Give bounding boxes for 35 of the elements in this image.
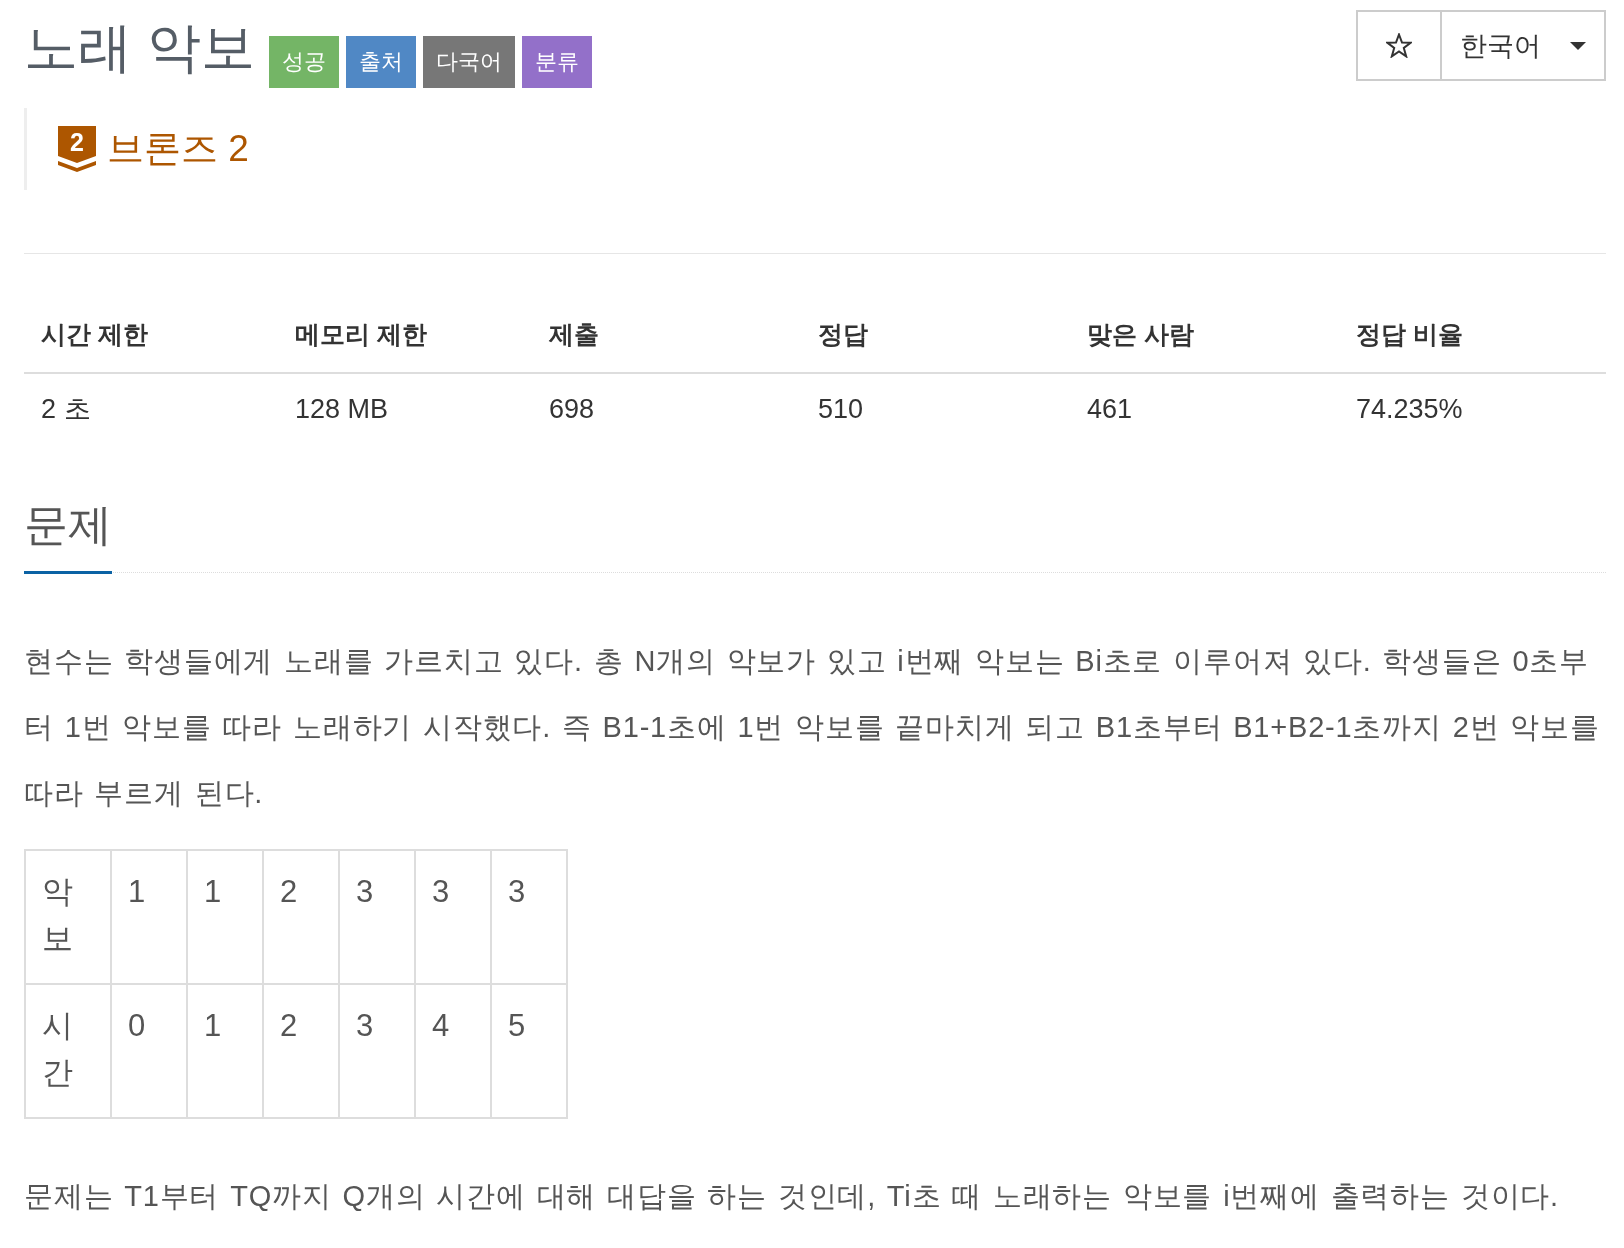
table-cell: 3: [491, 850, 567, 984]
column-header: 시간 제한: [24, 296, 278, 373]
table-cell: 악보: [25, 850, 111, 984]
problem-label[interactable]: 출처: [346, 36, 416, 88]
table-cell: 4: [415, 984, 491, 1118]
table-cell: 0: [111, 984, 187, 1118]
table-cell: 3: [339, 850, 415, 984]
column-header: 메모리 제한: [278, 296, 532, 373]
table-cell: 3: [415, 850, 491, 984]
table-cell: 5: [491, 984, 567, 1118]
problem-text: 문제는 T1부터 TQ까지 Q개의 시간에 대해 대답을 하는 것인데, Ti초 때 노래하는 악보를 i번째에 출력하는 것이다.: [24, 1179, 1560, 1214]
table-cell: 461: [1070, 373, 1339, 444]
table-cell: 2 초: [24, 373, 278, 444]
table-cell: 1: [187, 984, 263, 1118]
section-title: 문제: [24, 499, 112, 574]
problem-title: 노래 악보: [24, 16, 255, 79]
table-cell: 128 MB: [278, 373, 532, 444]
table-cell: 510: [801, 373, 1070, 444]
table-cell: 698: [532, 373, 801, 444]
table-cell: 시간: [25, 984, 111, 1118]
table-cell: 1: [187, 850, 263, 984]
problem-text: 현수는 학생들에게 노래를 가르치고 있다. 총 N개의 악보가 있고 i번째 악보는 Bi초로 이루어져 있다. 학생들은 0초부터 1번 악보를 따라 노래하기 시작했다. 즉 B1-1초에 1번 악보를 끝마치게 되고 B1초부터 B1+B2-1초까지 2번 악보를 따라 부르게 된다.: [24, 644, 1601, 811]
column-header: 정답: [801, 296, 1070, 373]
table-cell: 3: [339, 984, 415, 1118]
table-cell: 2: [263, 984, 339, 1118]
table-cell: 74.235%: [1339, 373, 1606, 444]
column-header: 제출: [532, 296, 801, 373]
column-header: 맞은 사람: [1070, 296, 1339, 373]
problem-label[interactable]: 다국어: [423, 36, 515, 88]
table-cell: 1: [111, 850, 187, 984]
table-cell: 2: [263, 850, 339, 984]
problem-label[interactable]: 성공: [269, 36, 339, 88]
tier-link[interactable]: 브론즈 2: [107, 124, 249, 174]
problem-label[interactable]: 분류: [522, 36, 592, 88]
column-header: 정답 비율: [1339, 296, 1606, 373]
